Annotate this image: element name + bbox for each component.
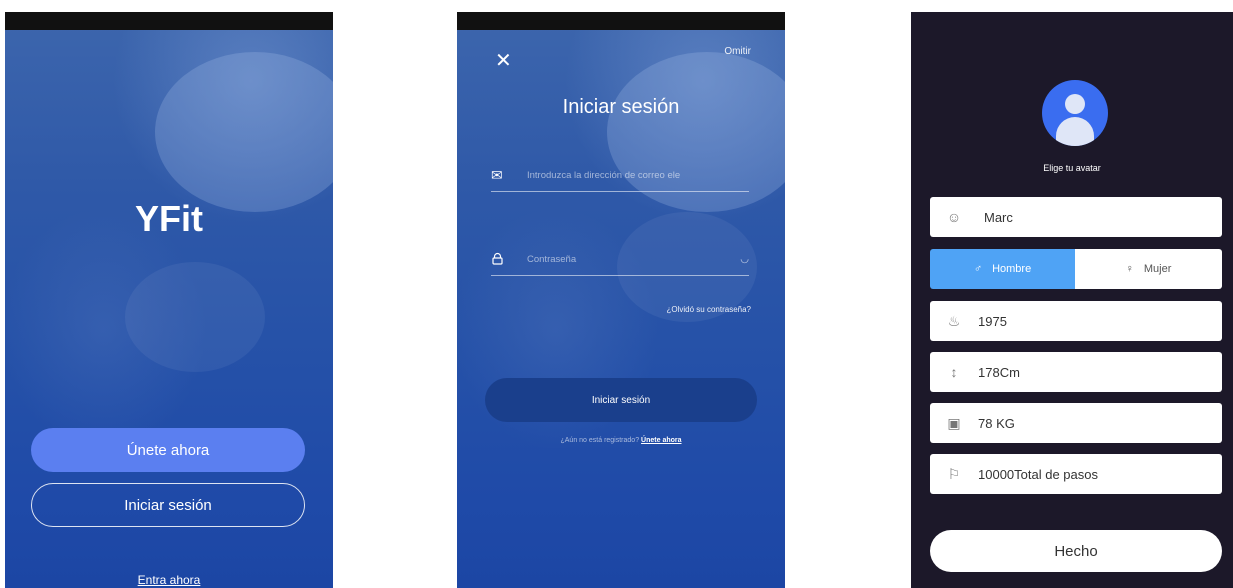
status-bar [5, 12, 333, 30]
gender-male-option[interactable]: ♂ Hombre [930, 249, 1075, 289]
enter-now-link[interactable]: Entra ahora [5, 573, 333, 587]
name-value: Marc [984, 209, 1013, 225]
register-link[interactable]: Únete ahora [641, 437, 681, 444]
birth-year-field[interactable]: ♨ 1975 [930, 301, 1222, 341]
email-field[interactable]: ✉ Introduzca la dirección de correo ele [491, 160, 749, 192]
weight-value: 78 KG [978, 415, 1015, 431]
app-title: YFit [135, 198, 203, 239]
male-icon: ♂ [973, 263, 983, 275]
password-placeholder: Contraseña [527, 254, 577, 265]
female-icon: ♀ [1125, 263, 1134, 275]
login-screen: ✕ Omitir Iniciar sesión ✉ Introduzca la … [457, 12, 785, 588]
avatar[interactable] [1042, 80, 1108, 146]
lock-icon [491, 252, 513, 268]
status-bar [457, 12, 785, 30]
scale-icon: ▣ [947, 414, 961, 431]
gender-selector: ♂ Hombre ♀ Mujer [930, 249, 1222, 289]
register-prefix: ¿Aún no está registrado? [560, 437, 640, 444]
flag-icon: ⚐ [947, 465, 961, 482]
close-icon[interactable]: ✕ [495, 48, 512, 73]
cake-icon: ♨ [947, 312, 961, 329]
weight-field[interactable]: ▣ 78 KG [930, 403, 1222, 443]
height-field[interactable]: ↕ 178Cm [930, 352, 1222, 392]
eye-closed-icon[interactable]: ◡ [731, 254, 749, 265]
login-submit-button[interactable]: Iniciar sesión [485, 378, 757, 422]
done-button[interactable]: Hecho [930, 530, 1222, 572]
password-field[interactable]: Contraseña ◡ [491, 244, 749, 276]
background-photo-shape [125, 262, 265, 372]
join-now-button[interactable]: Únete ahora [31, 428, 305, 472]
email-placeholder: Introduzca la dirección de correo ele [527, 170, 681, 181]
birth-year-value: 1975 [978, 313, 1007, 329]
avatar-body [1056, 117, 1094, 146]
forgot-password-link[interactable]: ¿Olvidó su contraseña? [667, 305, 752, 314]
mail-icon: ✉ [491, 167, 503, 183]
name-field[interactable]: ☺ Marc [930, 197, 1222, 237]
steps-goal-field[interactable]: ⚐ 10000Total de pasos [930, 454, 1222, 494]
user-icon: ☺ [946, 209, 962, 225]
login-button[interactable]: Iniciar sesión [31, 483, 305, 527]
gender-male-label: Hombre [992, 263, 1032, 275]
welcome-screen: YFit Únete ahora Iniciar sesión Entra ah… [5, 12, 333, 588]
steps-goal-value: 10000Total de pasos [978, 466, 1098, 482]
profile-screen: Elige tu avatar ☺ Marc ♂ Hombre ♀ Mujer … [911, 12, 1233, 588]
avatar-head [1065, 94, 1085, 114]
gender-female-option[interactable]: ♀ Mujer [1075, 249, 1222, 289]
login-title: Iniciar sesión [562, 96, 680, 118]
background-photo [155, 52, 333, 212]
lock-icon-svg [492, 252, 503, 265]
height-icon: ↕ [950, 364, 958, 380]
skip-link[interactable]: Omitir [724, 46, 751, 57]
gender-female-label: Mujer [1143, 263, 1172, 275]
choose-avatar-label[interactable]: Elige tu avatar [911, 163, 1233, 173]
height-value: 178Cm [978, 364, 1020, 380]
register-prompt: ¿Aún no está registrado? Únete ahora [457, 437, 785, 444]
